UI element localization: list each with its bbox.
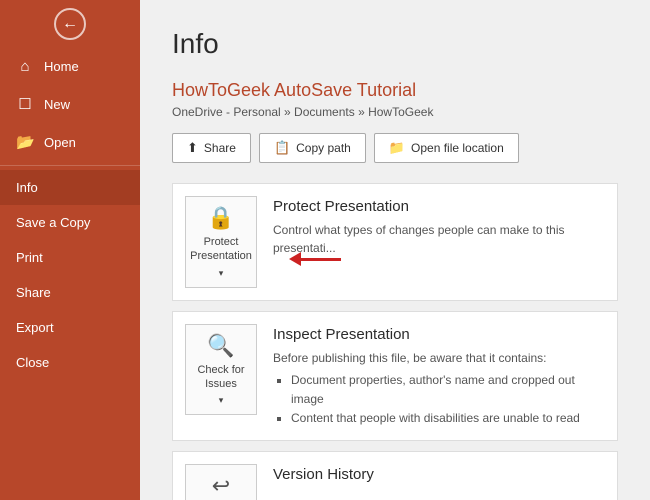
inspect-icon: 🔍 (207, 333, 234, 359)
inspect-bullets: Document properties, author's name and c… (291, 371, 605, 429)
sidebar-item-new[interactable]: ☐ New (0, 85, 140, 123)
page-title: Info (172, 28, 618, 60)
inspect-bullet-1: Document properties, author's name and c… (291, 371, 605, 409)
file-title: HowToGeek AutoSave Tutorial (172, 80, 618, 101)
open-icon: 📂 (16, 133, 34, 151)
version-history-section: ↩ VersionHistory Version History (172, 451, 618, 500)
version-history-icon: ↩ (212, 473, 230, 499)
action-buttons: ⬆ Share 📋 Copy path 📁 Open file location (172, 133, 618, 163)
lock-icon: 🔒 (207, 205, 234, 231)
protect-dropdown-arrow: ▾ (219, 268, 224, 279)
copy-path-icon: 📋 (274, 140, 290, 156)
sidebar-label-share: Share (16, 285, 51, 300)
protect-section: 🔒 ProtectPresentation ▾ Protect Presenta… (172, 183, 618, 301)
version-history-icon-box[interactable]: ↩ VersionHistory (185, 464, 257, 500)
copy-path-button[interactable]: 📋 Copy path (259, 133, 366, 163)
protect-icon-label: ProtectPresentation (190, 235, 252, 264)
sidebar: ← ⌂ Home ☐ New 📂 Open Info Save a Copy P… (0, 0, 140, 500)
sidebar-item-share[interactable]: Share (0, 275, 140, 310)
arrow-head (289, 252, 301, 266)
sidebar-item-open[interactable]: 📂 Open (0, 123, 140, 161)
sidebar-item-print[interactable]: Print (0, 240, 140, 275)
sidebar-item-close[interactable]: Close (0, 345, 140, 380)
protect-title: Protect Presentation (273, 198, 605, 215)
inspect-icon-label: Check forIssues (197, 363, 244, 392)
sidebar-label-close: Close (16, 355, 49, 370)
back-button[interactable]: ← (0, 0, 140, 48)
new-icon: ☐ (16, 95, 34, 113)
sidebar-label-open: Open (44, 135, 76, 150)
sidebar-label-new: New (44, 97, 70, 112)
sidebar-label-info: Info (16, 180, 38, 195)
sidebar-label-print: Print (16, 250, 43, 265)
red-arrow-indicator (289, 252, 341, 266)
share-button-label: Share (204, 141, 236, 155)
open-location-button[interactable]: 📁 Open file location (374, 133, 519, 163)
version-history-info: Version History (273, 464, 605, 489)
version-history-title: Version History (273, 466, 605, 483)
inspect-bullet-2: Content that people with disabilities ar… (291, 409, 605, 428)
file-path: OneDrive - Personal » Documents » HowToG… (172, 105, 618, 119)
protect-info: Protect Presentation Control what types … (273, 196, 605, 257)
inspect-info: Inspect Presentation Before publishing t… (273, 324, 605, 429)
inspect-dropdown-arrow: ▾ (219, 395, 224, 406)
open-location-icon: 📁 (389, 140, 405, 156)
inspect-section: 🔍 Check forIssues ▾ Inspect Presentation… (172, 311, 618, 442)
home-icon: ⌂ (16, 58, 34, 75)
sidebar-item-export[interactable]: Export (0, 310, 140, 345)
inspect-icon-box[interactable]: 🔍 Check forIssues ▾ (185, 324, 257, 416)
copy-path-label: Copy path (296, 141, 351, 155)
sidebar-label-export: Export (16, 320, 54, 335)
sidebar-item-save-copy[interactable]: Save a Copy (0, 205, 140, 240)
sidebar-divider (0, 165, 140, 166)
main-content: Info HowToGeek AutoSave Tutorial OneDriv… (140, 0, 650, 500)
open-location-label: Open file location (411, 141, 504, 155)
sidebar-item-info[interactable]: Info (0, 170, 140, 205)
inspect-title: Inspect Presentation (273, 326, 605, 343)
share-button[interactable]: ⬆ Share (172, 133, 251, 163)
sidebar-item-home[interactable]: ⌂ Home (0, 48, 140, 85)
inspect-description: Before publishing this file, be aware th… (273, 349, 605, 367)
back-icon: ← (54, 8, 86, 40)
sidebar-label-home: Home (44, 59, 79, 74)
arrow-line (301, 258, 341, 261)
share-icon: ⬆ (187, 140, 198, 156)
protect-icon-box[interactable]: 🔒 ProtectPresentation ▾ (185, 196, 257, 288)
sidebar-label-save-copy: Save a Copy (16, 215, 90, 230)
